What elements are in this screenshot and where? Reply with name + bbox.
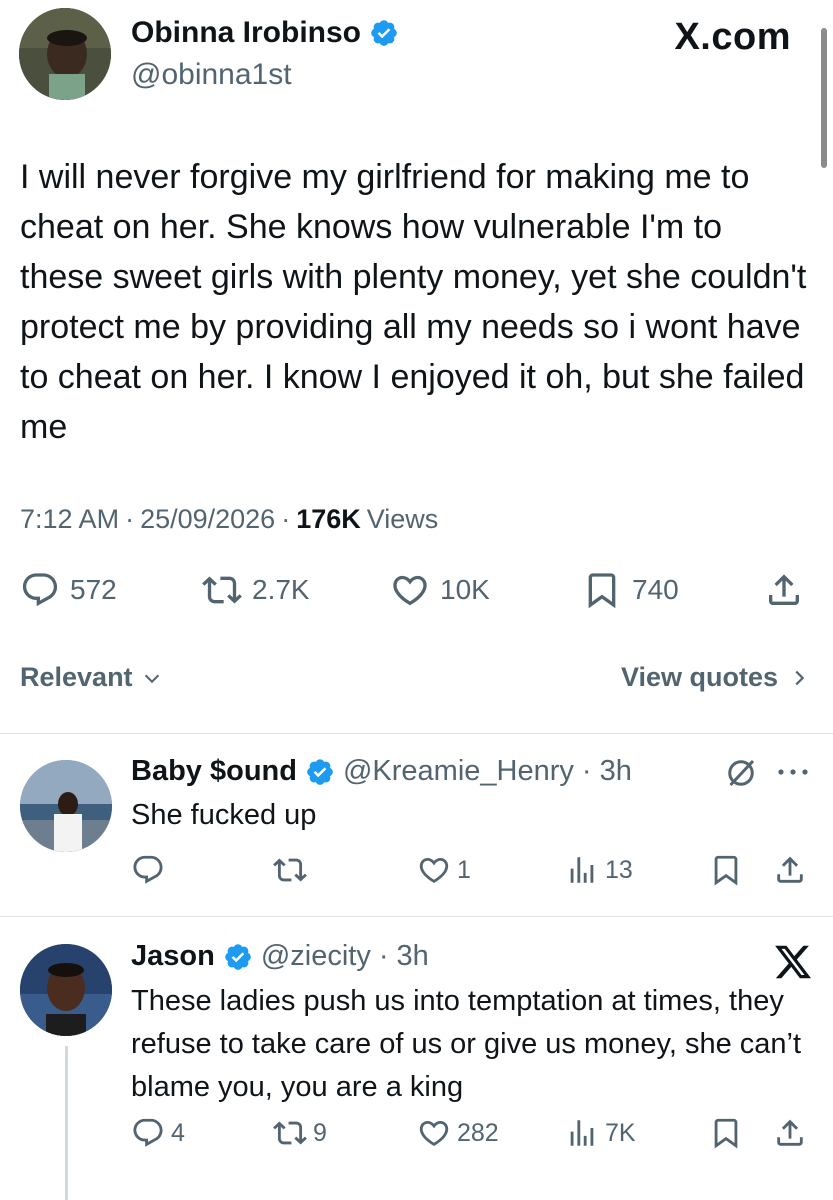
reply-author-handle[interactable]: @ziecity [261,940,371,973]
scrollbar[interactable] [821,28,827,168]
reply-icon [22,573,58,607]
retweet-button[interactable]: 9 [273,1116,327,1150]
tweet-date[interactable]: 25/09/2026 [140,504,275,535]
bookmark-icon [588,573,616,609]
meta-separator: · [378,940,389,972]
like-button[interactable]: 282 [417,1116,499,1150]
reply-age: 3h [599,755,632,787]
reply-text: These ladies push us into temptation at … [131,985,802,1103]
tweet-action-bar: 572 2.7K 10K 740 [20,570,810,618]
reply-header: Jason @ziecity · 3h [131,940,429,973]
like-button[interactable]: 1 [417,853,471,887]
tweet-time[interactable]: 7:12 AM [20,504,119,535]
reply-icon [133,855,163,884]
share-button[interactable] [773,853,807,887]
reply-author-name[interactable]: Baby $ound [131,755,297,788]
like-icon [419,857,449,883]
reply-button[interactable] [131,853,171,887]
like-count: 282 [457,1118,499,1147]
views-label: Views [366,504,439,534]
sort-dropdown[interactable]: Relevant [20,662,163,693]
retweet-count: 2.7K [252,574,310,605]
author-name[interactable]: Obinna Irobinso [131,16,399,50]
bookmark-button[interactable]: 740 [582,570,679,610]
grok-icon[interactable] [723,755,759,791]
divider [0,733,833,734]
like-button[interactable]: 10K [390,570,490,610]
reply-sort-row: Relevant View quotes [20,662,810,702]
share-icon [777,1119,803,1146]
reply-avatar[interactable] [20,760,112,852]
bookmark-count: 740 [632,574,679,605]
chevron-right-icon [795,670,805,685]
tweet-body: I will never forgive my girlfriend for m… [20,158,807,446]
meta-separator: · [281,504,291,534]
retweet-icon [202,576,242,604]
views-count: 13 [605,855,633,884]
reply-author-name[interactable]: Jason [131,940,215,973]
verified-badge-icon [225,943,251,970]
bookmark-icon [714,855,738,886]
tweet-meta: 7:12 AM · 25/09/2026 · 176K Views [20,504,438,535]
reply-text: She fucked up [131,799,317,831]
divider [0,916,833,917]
author-name-text[interactable]: Obinna Irobinso [131,16,361,50]
reply-icon [133,1118,163,1147]
view-quotes-label: View quotes [620,662,778,692]
views-count: 7K [605,1118,636,1147]
thread-line [65,1046,68,1200]
reply-button[interactable]: 4 [131,1116,185,1150]
reply-action-bar: 4 9 282 7K [131,1116,811,1156]
reply-button[interactable]: 572 [20,570,117,610]
reply-author-handle[interactable]: @Kreamie_Henry [343,755,574,788]
verified-badge-icon [307,758,333,785]
chevron-down-icon [144,674,159,683]
more-icon[interactable] [776,764,810,780]
bookmark-icon [714,1118,738,1149]
retweet-button[interactable] [273,853,313,887]
share-icon [777,856,803,883]
view-quotes-link[interactable]: View quotes [621,662,810,693]
retweet-count: 9 [313,1118,327,1147]
author-avatar[interactable] [19,8,111,100]
reply-count: 572 [70,574,117,605]
views-icon [570,857,594,883]
author-handle[interactable]: @obinna1st [131,58,292,92]
retweet-icon [273,1121,307,1145]
reply-age: 3h [396,940,429,972]
views-button[interactable]: 7K [565,1116,636,1150]
bookmark-button[interactable] [709,853,743,887]
reply-header: Baby $ound @Kreamie_Henry · 3h [131,755,632,788]
meta-separator: · [581,755,592,787]
x-logo-icon: X.com [674,16,791,58]
like-icon [419,1120,449,1146]
like-count: 10K [440,574,490,605]
reply-action-bar: 1 13 [131,853,811,893]
verified-badge-icon [371,20,397,46]
views-icon [570,1120,594,1146]
sort-label: Relevant [20,662,133,692]
reply-avatar[interactable] [20,944,112,1036]
views-count: 176K [296,504,361,534]
share-icon [769,574,799,605]
views-button[interactable]: 13 [565,853,633,887]
share-button[interactable] [773,1116,807,1150]
retweet-button[interactable]: 2.7K [202,570,310,610]
x-logo-icon [775,945,812,979]
reply-count: 4 [171,1118,185,1147]
like-count: 1 [457,855,471,884]
retweet-icon [273,858,307,882]
bookmark-button[interactable] [709,1116,743,1150]
share-button[interactable] [764,570,804,610]
meta-separator: · [125,504,135,534]
like-icon [393,575,427,606]
